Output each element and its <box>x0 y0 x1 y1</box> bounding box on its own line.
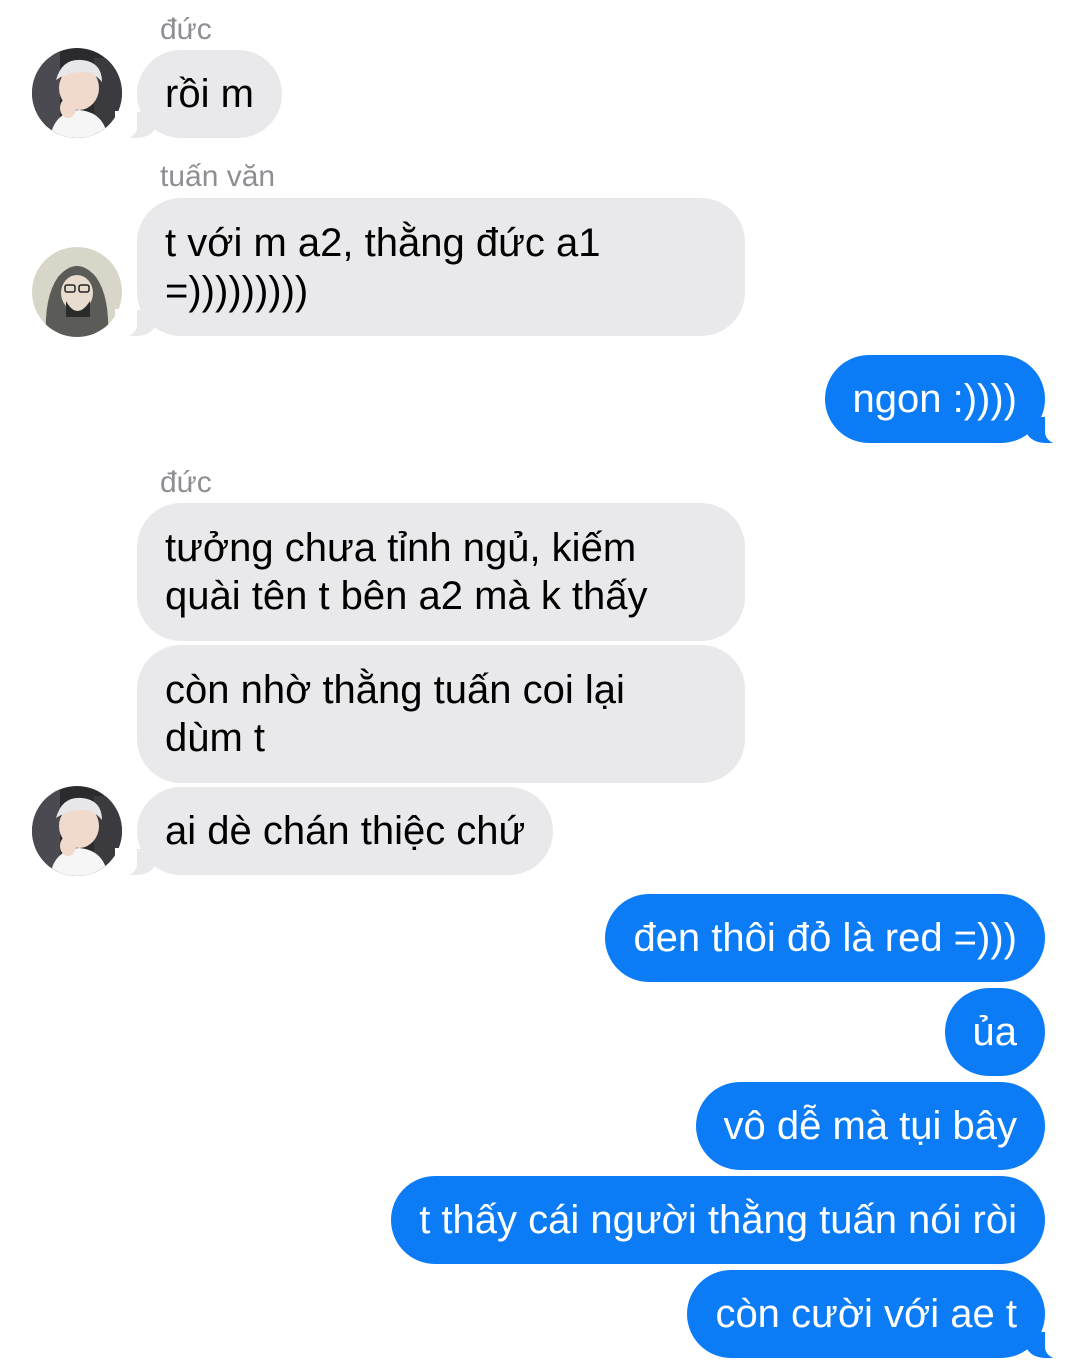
message-text: t với m a2, thằng đức a1 =))))))))) <box>165 221 601 313</box>
message-bubble-outgoing[interactable]: ngon :)))) <box>824 355 1067 444</box>
message-bubble-outgoing[interactable]: đen thôi đỏ là red =))) <box>605 894 1045 982</box>
message-text: rồi m <box>165 72 254 116</box>
tuan-avatar[interactable] <box>32 247 122 337</box>
message-text: đen thôi đỏ là red =))) <box>633 916 1017 960</box>
sender-name: tuấn văn <box>160 160 276 193</box>
message-bubble-outgoing[interactable]: vô dễ mà tụi bây <box>695 1082 1045 1170</box>
message-text: ngon :)))) <box>852 377 1018 421</box>
message-text: ủa <box>972 1010 1018 1054</box>
message-text: tưởng chưa tỉnh ngủ, kiếm quài tên t bên… <box>165 526 648 618</box>
message-bubble-outgoing[interactable]: ủa <box>944 988 1045 1076</box>
message-text: còn cười với ae t <box>715 1292 1017 1336</box>
message-bubble-incoming[interactable]: t với m a2, thằng đức a1 =))))))))) <box>115 198 745 337</box>
message-text: còn nhờ thằng tuấn coi lại dùm t <box>165 668 625 760</box>
sender-name: đức <box>160 466 212 499</box>
message-bubble-incoming[interactable]: ai dè chán thiệc chứ <box>114 787 554 876</box>
message-text: vô dễ mà tụi bây <box>723 1104 1018 1148</box>
message-bubble-incoming[interactable]: tưởng chưa tỉnh ngủ, kiếm quài tên t bên… <box>137 503 745 641</box>
message-bubble-incoming[interactable]: còn nhờ thằng tuấn coi lại dùm t <box>137 645 745 783</box>
duc-avatar[interactable] <box>32 48 122 138</box>
message-bubble-outgoing[interactable]: t thấy cái người thằng tuấn nói ròi <box>391 1176 1045 1264</box>
message-text: t thấy cái người thằng tuấn nói ròi <box>419 1198 1017 1242</box>
message-bubble-incoming[interactable]: rồi m <box>115 50 282 139</box>
duc-avatar[interactable] <box>32 786 122 876</box>
message-text: ai dè chán thiệc chứ <box>165 809 526 853</box>
sender-name: đức <box>160 13 212 46</box>
message-bubble-outgoing[interactable]: còn cười với ae t <box>687 1270 1067 1359</box>
